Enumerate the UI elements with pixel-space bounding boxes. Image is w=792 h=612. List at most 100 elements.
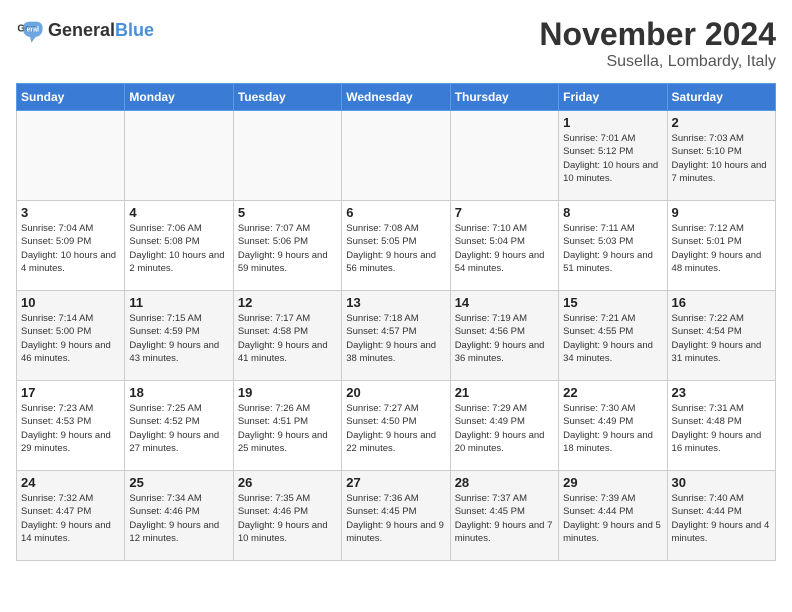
day-info: Sunrise: 7:40 AM Sunset: 4:44 PM Dayligh… <box>672 492 771 545</box>
header: Gen eral GeneralBlue November 2024 Susel… <box>16 16 776 71</box>
calendar-day-cell: 9 Sunrise: 7:12 AM Sunset: 5:01 PM Daylig… <box>667 201 775 291</box>
day-number: 15 <box>563 295 662 310</box>
day-info: Sunrise: 7:22 AM Sunset: 4:54 PM Dayligh… <box>672 312 771 365</box>
calendar-day-cell: 3 Sunrise: 7:04 AM Sunset: 5:09 PM Daylig… <box>17 201 125 291</box>
day-info: Sunrise: 7:37 AM Sunset: 4:45 PM Dayligh… <box>455 492 554 545</box>
logo-text: GeneralBlue <box>48 20 154 41</box>
day-number: 1 <box>563 115 662 130</box>
calendar-day-cell: 21Sunrise: 7:29 AM Sunset: 4:49 PM Dayli… <box>450 381 558 471</box>
calendar-day-cell <box>450 111 558 201</box>
calendar-day-cell: 15 Sunrise: 7:21 AM Sunset: 4:55 PM Dayli… <box>559 291 667 381</box>
day-info: Sunrise: 7:32 AM Sunset: 4:47 PM Dayligh… <box>21 492 120 545</box>
calendar-day-cell: 20 Sunrise: 7:27 AM Sunset: 4:50 PM Dayli… <box>342 381 450 471</box>
day-info: Sunrise: 7:36 AM Sunset: 4:45 PM Dayligh… <box>346 492 445 545</box>
day-number: 9 <box>672 205 771 220</box>
month-year-title: November 2024 <box>539 16 776 53</box>
calendar-week-row: 3 Sunrise: 7:04 AM Sunset: 5:09 PM Daylig… <box>17 201 776 291</box>
day-info: Sunrise: 7:17 AM Sunset: 4:58 PM Dayligh… <box>238 312 337 365</box>
day-info: Sunrise: 7:14 AM Sunset: 5:00 PM Dayligh… <box>21 312 120 365</box>
calendar-day-cell: 16 Sunrise: 7:22 AM Sunset: 4:54 PM Dayli… <box>667 291 775 381</box>
day-number: 18 <box>129 385 228 400</box>
day-number: 4 <box>129 205 228 220</box>
day-number: 17 <box>21 385 120 400</box>
day-info: Sunrise: 7:29 AM Sunset: 4:49 PM Dayligh… <box>455 402 554 455</box>
calendar-day-cell: 7 Sunrise: 7:10 AM Sunset: 5:04 PM Daylig… <box>450 201 558 291</box>
day-number: 3 <box>21 205 120 220</box>
calendar-day-cell: 8 Sunrise: 7:11 AM Sunset: 5:03 PM Daylig… <box>559 201 667 291</box>
calendar-day-cell: 29Sunrise: 7:39 AM Sunset: 4:44 PM Dayli… <box>559 471 667 561</box>
day-number: 2 <box>672 115 771 130</box>
calendar-day-cell: 4 Sunrise: 7:06 AM Sunset: 5:08 PM Daylig… <box>125 201 233 291</box>
day-number: 13 <box>346 295 445 310</box>
day-of-week-header: Tuesday <box>233 84 341 111</box>
logo-icon: Gen eral <box>16 16 44 44</box>
day-of-week-header: Monday <box>125 84 233 111</box>
calendar-day-cell <box>342 111 450 201</box>
calendar-day-cell: 22 Sunrise: 7:30 AM Sunset: 4:49 PM Dayli… <box>559 381 667 471</box>
day-info: Sunrise: 7:10 AM Sunset: 5:04 PM Dayligh… <box>455 222 554 275</box>
calendar-day-cell: 18 Sunrise: 7:25 AM Sunset: 4:52 PM Dayli… <box>125 381 233 471</box>
day-info: Sunrise: 7:21 AM Sunset: 4:55 PM Dayligh… <box>563 312 662 365</box>
logo: Gen eral GeneralBlue <box>16 16 154 44</box>
day-info: Sunrise: 7:27 AM Sunset: 4:50 PM Dayligh… <box>346 402 445 455</box>
day-number: 6 <box>346 205 445 220</box>
day-number: 10 <box>21 295 120 310</box>
day-of-week-header: Wednesday <box>342 84 450 111</box>
calendar-week-row: 1Sunrise: 7:01 AM Sunset: 5:12 PM Daylig… <box>17 111 776 201</box>
day-info: Sunrise: 7:30 AM Sunset: 4:49 PM Dayligh… <box>563 402 662 455</box>
day-number: 30 <box>672 475 771 490</box>
calendar-table: SundayMondayTuesdayWednesdayThursdayFrid… <box>16 83 776 561</box>
day-info: Sunrise: 7:19 AM Sunset: 4:56 PM Dayligh… <box>455 312 554 365</box>
day-info: Sunrise: 7:06 AM Sunset: 5:08 PM Dayligh… <box>129 222 228 275</box>
calendar-day-cell: 5 Sunrise: 7:07 AM Sunset: 5:06 PM Daylig… <box>233 201 341 291</box>
location-subtitle: Susella, Lombardy, Italy <box>539 53 776 71</box>
day-number: 5 <box>238 205 337 220</box>
calendar-week-row: 17 Sunrise: 7:23 AM Sunset: 4:53 PM Dayli… <box>17 381 776 471</box>
day-info: Sunrise: 7:11 AM Sunset: 5:03 PM Dayligh… <box>563 222 662 275</box>
day-info: Sunrise: 7:15 AM Sunset: 4:59 PM Dayligh… <box>129 312 228 365</box>
calendar-day-cell: 24 Sunrise: 7:32 AM Sunset: 4:47 PM Dayli… <box>17 471 125 561</box>
day-info: Sunrise: 7:31 AM Sunset: 4:48 PM Dayligh… <box>672 402 771 455</box>
calendar-day-cell: 25Sunrise: 7:34 AM Sunset: 4:46 PM Dayli… <box>125 471 233 561</box>
calendar-week-row: 24 Sunrise: 7:32 AM Sunset: 4:47 PM Dayli… <box>17 471 776 561</box>
day-number: 25 <box>129 475 228 490</box>
day-number: 14 <box>455 295 554 310</box>
day-of-week-header: Saturday <box>667 84 775 111</box>
day-info: Sunrise: 7:08 AM Sunset: 5:05 PM Dayligh… <box>346 222 445 275</box>
calendar-day-cell: 30 Sunrise: 7:40 AM Sunset: 4:44 PM Dayli… <box>667 471 775 561</box>
day-number: 24 <box>21 475 120 490</box>
day-info: Sunrise: 7:25 AM Sunset: 4:52 PM Dayligh… <box>129 402 228 455</box>
day-of-week-header: Sunday <box>17 84 125 111</box>
calendar-day-cell: 2 Sunrise: 7:03 AM Sunset: 5:10 PM Daylig… <box>667 111 775 201</box>
day-number: 29 <box>563 475 662 490</box>
day-number: 20 <box>346 385 445 400</box>
day-info: Sunrise: 7:04 AM Sunset: 5:09 PM Dayligh… <box>21 222 120 275</box>
calendar-day-cell: 1Sunrise: 7:01 AM Sunset: 5:12 PM Daylig… <box>559 111 667 201</box>
day-info: Sunrise: 7:07 AM Sunset: 5:06 PM Dayligh… <box>238 222 337 275</box>
calendar-day-cell: 12 Sunrise: 7:17 AM Sunset: 4:58 PM Dayli… <box>233 291 341 381</box>
day-info: Sunrise: 7:03 AM Sunset: 5:10 PM Dayligh… <box>672 132 771 185</box>
calendar-day-cell: 19Sunrise: 7:26 AM Sunset: 4:51 PM Dayli… <box>233 381 341 471</box>
title-area: November 2024 Susella, Lombardy, Italy <box>539 16 776 71</box>
day-number: 26 <box>238 475 337 490</box>
day-number: 28 <box>455 475 554 490</box>
calendar-day-cell: 28 Sunrise: 7:37 AM Sunset: 4:45 PM Dayli… <box>450 471 558 561</box>
day-of-week-header: Friday <box>559 84 667 111</box>
day-number: 8 <box>563 205 662 220</box>
day-number: 27 <box>346 475 445 490</box>
calendar-header-row: SundayMondayTuesdayWednesdayThursdayFrid… <box>17 84 776 111</box>
day-info: Sunrise: 7:12 AM Sunset: 5:01 PM Dayligh… <box>672 222 771 275</box>
day-number: 11 <box>129 295 228 310</box>
calendar-day-cell: 6 Sunrise: 7:08 AM Sunset: 5:05 PM Daylig… <box>342 201 450 291</box>
day-number: 7 <box>455 205 554 220</box>
day-number: 22 <box>563 385 662 400</box>
day-info: Sunrise: 7:35 AM Sunset: 4:46 PM Dayligh… <box>238 492 337 545</box>
calendar-day-cell: 13Sunrise: 7:18 AM Sunset: 4:57 PM Dayli… <box>342 291 450 381</box>
calendar-day-cell: 27 Sunrise: 7:36 AM Sunset: 4:45 PM Dayli… <box>342 471 450 561</box>
day-number: 23 <box>672 385 771 400</box>
day-number: 12 <box>238 295 337 310</box>
day-of-week-header: Thursday <box>450 84 558 111</box>
day-info: Sunrise: 7:23 AM Sunset: 4:53 PM Dayligh… <box>21 402 120 455</box>
day-number: 16 <box>672 295 771 310</box>
day-info: Sunrise: 7:26 AM Sunset: 4:51 PM Dayligh… <box>238 402 337 455</box>
